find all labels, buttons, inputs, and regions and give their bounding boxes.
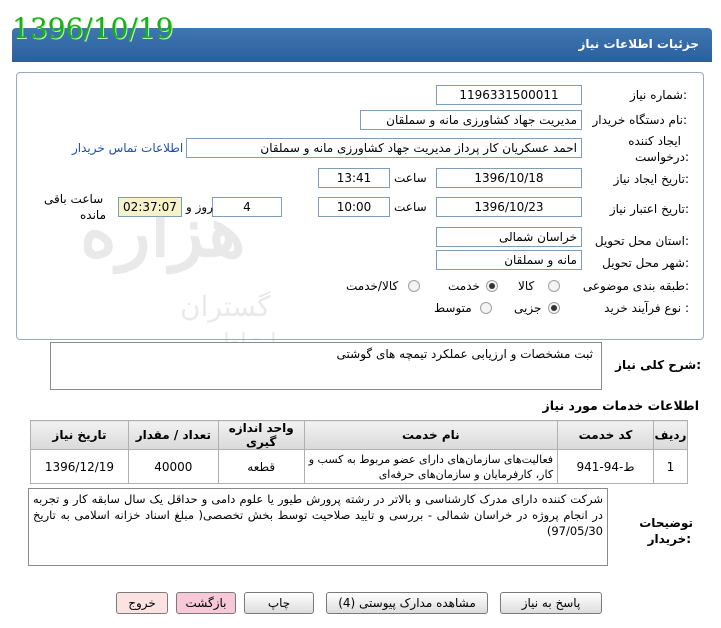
print-button[interactable]: چاپ: [244, 592, 314, 614]
buyer-notes-label-1: توضیحات: [639, 516, 693, 530]
buyer-notes-textarea[interactable]: شرکت کننده دارای مدرک کارشناسی و بالاتر …: [28, 488, 608, 566]
cell-quantity: 40000: [127, 449, 219, 484]
category-option-both-radio[interactable]: [408, 280, 420, 292]
valid-date-label: تاریخ اعتبار نیاز:: [609, 202, 689, 216]
col-row-num: ردیف: [652, 420, 689, 450]
cell-row-num: 1: [652, 449, 689, 484]
process-option-minor-label: جزیی: [514, 301, 542, 315]
col-service-code: کد خدمت: [557, 420, 654, 450]
buyer-org-field[interactable]: مدیریت جهاد کشاورزی مانه و سملقان: [360, 110, 582, 130]
description-label: شرح کلی نیاز:: [615, 358, 701, 372]
contact-buyer-link[interactable]: اطلاعات تماس خریدار: [72, 141, 183, 155]
description-text: ثبت مشخصات و ارزیابی عملکرد تیمچه های گو…: [336, 347, 593, 361]
description-textarea[interactable]: ثبت مشخصات و ارزیابی عملکرد تیمچه های گو…: [50, 342, 602, 390]
category-option-goods-radio[interactable]: [548, 280, 560, 292]
buyer-notes-label-2: خریدار:: [647, 532, 691, 546]
category-option-both-label: کالا/خدمت: [346, 279, 399, 293]
process-option-medium-radio[interactable]: [480, 302, 492, 314]
category-option-service-label: خدمت: [448, 279, 480, 293]
process-option-medium-label: متوسط: [434, 301, 472, 315]
services-table: تاریخ نیاز تعداد / مقدار واحد اندازه گیر…: [30, 420, 689, 484]
category-option-goods-label: کالا: [518, 279, 535, 293]
remaining-label-1: ساعت باقی: [44, 192, 104, 206]
created-time-label: ساعت: [394, 171, 427, 185]
days-field[interactable]: 4: [212, 197, 282, 217]
category-label: طبقه بندی موضوعی:: [582, 279, 689, 293]
created-date-label: تاریخ ایجاد نیاز:: [613, 172, 689, 186]
category-option-service-radio[interactable]: [486, 280, 498, 292]
services-header-row: تاریخ نیاز تعداد / مقدار واحد اندازه گیر…: [30, 420, 689, 450]
attachments-button[interactable]: مشاهده مدارک پیوستی (4): [326, 592, 488, 614]
creator-label-1: ایجاد کننده: [628, 134, 681, 148]
process-label: نوع فرآیند خرید :: [604, 301, 689, 315]
exit-button[interactable]: خروج: [116, 592, 168, 614]
creator-label-2: درخواست:: [635, 150, 689, 164]
valid-date-field[interactable]: 1396/10/23: [436, 197, 582, 217]
watermark-text-2: گستران: [180, 290, 271, 323]
date-stamp: 1396/10/19: [12, 12, 174, 45]
back-button[interactable]: بازگشت: [176, 592, 236, 614]
col-need-date: تاریخ نیاز: [30, 420, 129, 450]
cell-service-name: فعالیت‌های سازمان‌های دارای عضو مربوط به…: [303, 449, 559, 484]
city-label: شهر محل تحویل:: [602, 256, 689, 270]
remaining-label-2: مانده: [80, 208, 107, 222]
table-row: 1396/12/19 40000 قطعه فعالیت‌های سازمان‌…: [30, 449, 689, 484]
province-field[interactable]: خراسان شمالی: [436, 227, 582, 247]
col-quantity: تعداد / مقدار: [127, 420, 219, 450]
buyer-org-label: نام دستگاه خریدار:: [592, 113, 688, 127]
created-time-field[interactable]: 13:41: [318, 168, 390, 188]
creator-field[interactable]: احمد عسکریان کار پرداز مدیریت جهاد کشاور…: [186, 138, 582, 158]
page-title: جزئیات اطلاعات نیاز: [578, 37, 699, 51]
city-field[interactable]: مانه و سملقان: [436, 250, 582, 270]
remaining-time-field: 02:37:07: [118, 197, 182, 217]
valid-time-field[interactable]: 10:00: [318, 197, 390, 217]
respond-button[interactable]: پاسخ به نیاز: [500, 592, 602, 614]
need-number-label: شماره نیاز:: [629, 88, 687, 102]
days-label: روز و: [186, 200, 213, 214]
services-title: اطلاعات خدمات مورد نیاز: [542, 398, 700, 413]
valid-time-label: ساعت: [394, 200, 427, 214]
need-number-field[interactable]: 1196331500011: [436, 85, 582, 105]
cell-need-date: 1396/12/19: [30, 449, 129, 484]
col-unit: واحد اندازه گیری: [217, 420, 305, 450]
cell-service-code: ط-94-941: [557, 449, 654, 484]
col-service-name: نام خدمت: [303, 420, 559, 450]
process-option-minor-radio[interactable]: [548, 302, 560, 314]
cell-unit: قطعه: [217, 449, 305, 484]
created-date-field[interactable]: 1396/10/18: [436, 168, 582, 188]
province-label: استان محل تحویل:: [594, 234, 689, 248]
